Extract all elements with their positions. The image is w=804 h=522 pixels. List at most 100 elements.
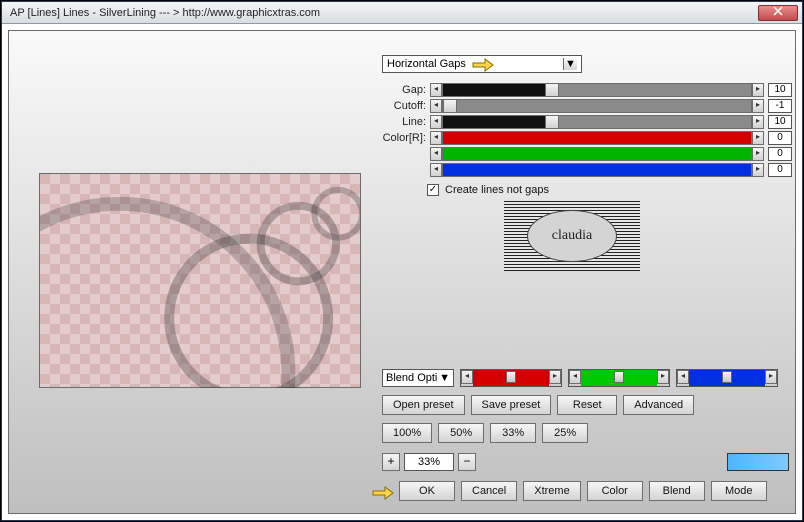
scroll-right-icon[interactable]: ▸ xyxy=(752,163,764,177)
preset-row: Open preset Save preset Reset Advanced xyxy=(382,395,694,415)
slider-track[interactable] xyxy=(442,147,752,161)
slider-thumb[interactable] xyxy=(506,371,516,383)
slider-value[interactable]: 10 xyxy=(768,83,792,97)
scroll-left-icon[interactable]: ◂ xyxy=(430,115,442,129)
slider-value[interactable]: 0 xyxy=(768,131,792,145)
slider-value[interactable]: 0 xyxy=(768,163,792,177)
chevron-down-icon: ▼ xyxy=(439,372,450,384)
slider-fill xyxy=(443,132,751,144)
slider-track[interactable] xyxy=(442,99,752,113)
preview-panel xyxy=(39,173,361,388)
slider-row: ◂ ▸ 0 xyxy=(382,147,792,161)
mode-button[interactable]: Mode xyxy=(711,481,767,501)
slider-thumb[interactable] xyxy=(545,83,559,97)
slider-value[interactable]: 0 xyxy=(768,147,792,161)
slider-thumb[interactable] xyxy=(545,115,559,129)
slider-track[interactable] xyxy=(442,163,752,177)
slider-row: Color[R]:◂ ▸ 0 xyxy=(382,131,792,145)
channel-slider[interactable]: ◂▸ xyxy=(676,369,778,387)
slider-track[interactable] xyxy=(442,115,752,129)
channel-track xyxy=(689,370,765,386)
blend-dropdown-label: Blend Opti xyxy=(386,372,437,384)
slider-value[interactable]: -1 xyxy=(768,99,792,113)
channel-slider[interactable]: ◂▸ xyxy=(568,369,670,387)
titlebar[interactable]: AP [Lines] Lines - SilverLining --- > ht… xyxy=(2,2,802,24)
open-preset-button[interactable]: Open preset xyxy=(382,395,465,415)
slider-fill xyxy=(443,164,751,176)
scroll-right-icon[interactable]: ▸ xyxy=(657,370,669,384)
slider-label: Line: xyxy=(382,116,430,128)
slider-row: Line:◂ ▸ 10 xyxy=(382,115,792,129)
sliders-group: Gap:◂▸10Cutoff:◂▸-1Line:◂▸10Color[R]:◂▸0… xyxy=(382,83,792,179)
scroll-left-icon[interactable]: ◂ xyxy=(677,370,689,384)
pointer-hand-icon xyxy=(371,481,397,499)
slider-row: ◂ ▸ 0 xyxy=(382,163,792,177)
slider-thumb[interactable] xyxy=(443,99,457,113)
plugin-window: AP [Lines] Lines - SilverLining --- > ht… xyxy=(1,1,803,521)
cancel-button[interactable]: Cancel xyxy=(461,481,517,501)
zoom-value[interactable]: 33% xyxy=(404,453,454,471)
channel-slider[interactable]: ◂▸ xyxy=(460,369,562,387)
close-button[interactable] xyxy=(758,5,798,21)
zoom-out-button[interactable]: − xyxy=(458,453,476,471)
scroll-left-icon[interactable]: ◂ xyxy=(430,131,442,145)
scroll-right-icon[interactable]: ▸ xyxy=(752,115,764,129)
bottom-button-row: OK Cancel Xtreme Color Blend Mode xyxy=(399,481,767,501)
color-swatch[interactable] xyxy=(727,453,789,471)
scroll-right-icon[interactable]: ▸ xyxy=(752,147,764,161)
channel-track xyxy=(581,370,657,386)
close-icon xyxy=(773,6,783,16)
ok-button[interactable]: OK xyxy=(399,481,455,501)
zoom-preset-button[interactable]: 25% xyxy=(542,423,588,443)
scroll-left-icon[interactable]: ◂ xyxy=(569,370,581,384)
scroll-right-icon[interactable]: ▸ xyxy=(752,83,764,97)
slider-fill xyxy=(443,116,545,128)
slider-fill xyxy=(443,84,545,96)
checkbox-label: Create lines not gaps xyxy=(445,184,549,196)
window-title: AP [Lines] Lines - SilverLining --- > ht… xyxy=(6,7,758,19)
zoom-preset-button[interactable]: 50% xyxy=(438,423,484,443)
slider-track[interactable] xyxy=(442,131,752,145)
slider-value[interactable]: 10 xyxy=(768,115,792,129)
zoom-in-button[interactable]: + xyxy=(382,453,400,471)
blend-button[interactable]: Blend xyxy=(649,481,705,501)
client-area: Horizontal Gaps ▼ Gap:◂▸10Cutoff:◂▸-1Lin… xyxy=(8,30,796,514)
scroll-right-icon[interactable]: ▸ xyxy=(752,131,764,145)
logo-text: claudia xyxy=(527,210,617,262)
slider-thumb[interactable] xyxy=(722,371,732,383)
chevron-down-icon: ▼ xyxy=(563,58,577,70)
scroll-left-icon[interactable]: ◂ xyxy=(430,99,442,113)
slider-track[interactable] xyxy=(442,83,752,97)
checkbox-icon[interactable]: ✓ xyxy=(427,184,439,196)
scroll-right-icon[interactable]: ▸ xyxy=(549,370,561,384)
slider-row: Cutoff:◂ ▸ -1 xyxy=(382,99,792,113)
scroll-right-icon[interactable]: ▸ xyxy=(765,370,777,384)
color-button[interactable]: Color xyxy=(587,481,643,501)
scroll-left-icon[interactable]: ◂ xyxy=(430,147,442,161)
zoom-preset-button[interactable]: 33% xyxy=(490,423,536,443)
reset-button[interactable]: Reset xyxy=(557,395,617,415)
slider-thumb[interactable] xyxy=(614,371,624,383)
scroll-left-icon[interactable]: ◂ xyxy=(461,370,473,384)
brand-logo: claudia xyxy=(504,201,640,271)
scroll-right-icon[interactable]: ▸ xyxy=(752,99,764,113)
scroll-left-icon[interactable]: ◂ xyxy=(430,163,442,177)
slider-label: Color[R]: xyxy=(382,132,430,144)
slider-label: Gap: xyxy=(382,84,430,96)
slider-fill xyxy=(443,148,751,160)
xtreme-button[interactable]: Xtreme xyxy=(523,481,580,501)
slider-row: Gap:◂ ▸ 10 xyxy=(382,83,792,97)
slider-label: Cutoff: xyxy=(382,100,430,112)
scroll-left-icon[interactable]: ◂ xyxy=(430,83,442,97)
zoom-preset-button[interactable]: 100% xyxy=(382,423,432,443)
preview-artwork xyxy=(40,174,360,388)
advanced-button[interactable]: Advanced xyxy=(623,395,694,415)
blend-row: Blend Opti ▼ ◂▸◂▸◂▸ xyxy=(382,369,778,387)
pointer-hand-icon xyxy=(471,53,497,71)
save-preset-button[interactable]: Save preset xyxy=(471,395,552,415)
channel-track xyxy=(473,370,549,386)
zoom-row: + 33% − xyxy=(382,453,476,471)
blend-dropdown[interactable]: Blend Opti ▼ xyxy=(382,369,454,387)
zoom-preset-row: 100% 50% 33% 25% xyxy=(382,423,588,443)
create-lines-checkbox-row[interactable]: ✓ Create lines not gaps xyxy=(427,184,549,196)
